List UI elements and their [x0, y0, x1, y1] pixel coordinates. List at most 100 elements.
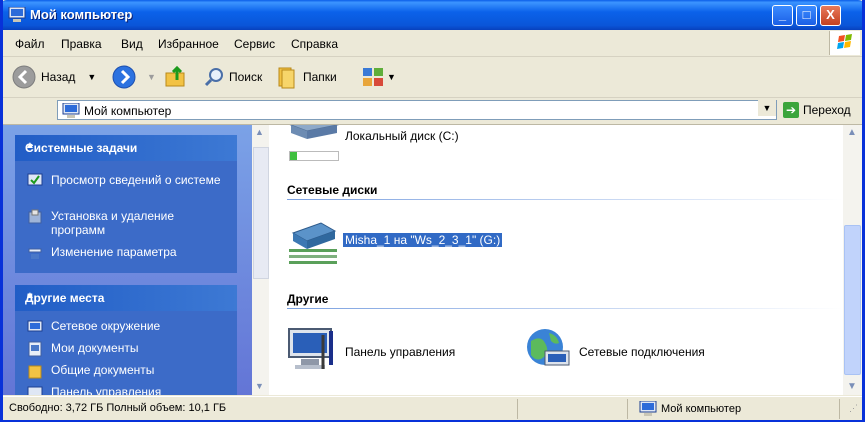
local-disk-label: Локальный диск (C:) — [345, 129, 459, 143]
place-network[interactable]: Сетевое окружение — [27, 319, 160, 335]
toolbar: Назад ▼ ▼ Поиск Папки ▼ — [3, 57, 862, 98]
disk-usage-fill — [290, 152, 298, 160]
menu-tools[interactable]: Сервис — [234, 37, 275, 51]
place-shared-documents[interactable]: Общие документы — [27, 363, 154, 379]
chevron-down-icon: ▼ — [762, 103, 772, 113]
address-bar: Адрес Мой компьютер ▼ ➔ Переход — [3, 98, 862, 125]
system-tasks-body: Просмотр сведений о системе Установка и … — [15, 161, 237, 273]
forward-arrow-icon — [112, 65, 136, 89]
back-arrow-icon — [12, 65, 36, 89]
resize-grip-icon[interactable]: ⋰ — [849, 403, 858, 414]
forward-dropdown-icon[interactable]: ▼ — [147, 72, 156, 82]
scroll-thumb[interactable] — [253, 147, 269, 279]
close-icon: X — [826, 7, 835, 22]
back-button[interactable]: Назад ▼ — [11, 63, 96, 91]
local-disk-item[interactable]: Локальный диск (C:) — [287, 125, 507, 165]
scroll-up-icon[interactable]: ▲ — [847, 127, 857, 138]
network-drive-item[interactable]: Misha_1 на "Ws_2_3_1" (G:) — [287, 219, 587, 267]
my-computer-icon — [639, 401, 657, 416]
window-title: Мой компьютер — [30, 7, 133, 22]
menu-help[interactable]: Справка — [291, 37, 338, 51]
place-control-panel[interactable]: Панель управления — [27, 385, 161, 395]
add-remove-programs-icon — [28, 209, 42, 224]
control-panel-item[interactable]: Панель управления — [287, 325, 507, 373]
other-places-header[interactable]: Другие места ▲ — [15, 285, 237, 311]
disk-usage-bar — [289, 151, 339, 161]
my-computer-icon — [62, 103, 80, 118]
minimize-icon: _ — [778, 7, 787, 22]
address-value: Мой компьютер — [84, 104, 172, 118]
task-add-remove-programs[interactable]: Установка и удаление программ — [27, 209, 227, 237]
task-pane: Системные задачи ▲ Просмотр сведений о с… — [3, 125, 252, 395]
my-documents-icon — [28, 341, 42, 357]
control-panel-label: Панель управления — [345, 345, 456, 359]
other-header: Другие — [287, 292, 329, 306]
maximize-button[interactable]: □ — [796, 5, 817, 26]
folders-icon — [278, 67, 295, 89]
search-button[interactable]: Поиск — [203, 63, 262, 91]
collapse-icon[interactable]: ▲ — [25, 140, 229, 151]
menu-bar: Файл Правка Вид Избранное Сервис Справка — [3, 30, 862, 57]
address-field[interactable]: Мой компьютер — [57, 100, 777, 120]
network-drives-header: Сетевые диски — [287, 183, 378, 197]
network-drive-label: Misha_1 на "Ws_2_3_1" (G:) — [341, 232, 504, 248]
change-setting-icon — [28, 248, 42, 259]
network-connections-label: Сетевые подключения — [579, 345, 705, 359]
maximize-icon: □ — [802, 7, 811, 22]
back-dropdown-icon[interactable]: ▼ — [87, 72, 96, 82]
folders-button[interactable]: Папки — [275, 63, 337, 91]
status-divider — [517, 399, 518, 419]
close-button[interactable]: X — [820, 5, 841, 26]
go-button[interactable]: ➔ Переход — [783, 102, 851, 118]
control-panel-icon — [27, 386, 43, 395]
menu-view[interactable]: Вид — [121, 37, 143, 51]
status-bar: Свободно: 3,72 ГБ Полный объем: 10,1 ГБ … — [3, 396, 862, 420]
my-computer-icon — [8, 7, 26, 22]
views-dropdown-icon[interactable]: ▼ — [387, 72, 396, 82]
address-dropdown[interactable]: ▼ — [758, 100, 776, 116]
up-folder-icon — [165, 65, 185, 87]
content-scrollbar[interactable]: ▲ ▼ — [843, 125, 862, 395]
forward-button[interactable]: ▼ — [111, 63, 156, 91]
scroll-down-icon[interactable]: ▼ — [255, 381, 264, 391]
group-divider — [287, 199, 843, 200]
search-label: Поиск — [229, 70, 263, 84]
task-change-setting[interactable]: Изменение параметра — [27, 245, 227, 261]
other-places-body: Сетевое окружение Мои документы Общие до… — [15, 311, 237, 395]
minimize-button[interactable]: _ — [772, 5, 793, 26]
network-connections-icon — [527, 329, 570, 366]
status-divider — [627, 399, 628, 419]
go-label: Переход — [803, 103, 851, 117]
task-pane-scrollbar[interactable]: ▲ ▼ — [252, 125, 269, 395]
address-label: Адрес — [13, 104, 48, 118]
system-tasks-header[interactable]: Системные задачи ▲ — [15, 135, 237, 161]
menu-favorites[interactable]: Избранное — [158, 37, 219, 51]
back-label: Назад — [41, 70, 76, 84]
search-icon — [204, 68, 223, 87]
task-view-system-info[interactable]: Просмотр сведений о системе — [27, 173, 227, 189]
scroll-up-icon[interactable]: ▲ — [255, 127, 264, 137]
windows-logo-icon — [829, 31, 860, 55]
network-drive-icon — [289, 222, 337, 264]
shared-documents-icon — [28, 365, 42, 379]
status-location: Мой компьютер — [639, 401, 741, 416]
collapse-icon[interactable]: ▲ — [25, 290, 229, 301]
network-connections-item[interactable]: Сетевые подключения — [523, 325, 743, 373]
folders-label: Папки — [303, 70, 337, 84]
scroll-down-icon[interactable]: ▼ — [847, 381, 857, 392]
menu-file[interactable]: Файл — [15, 37, 45, 51]
network-places-icon — [27, 320, 43, 332]
status-disk-info: Свободно: 3,72 ГБ Полный объем: 10,1 ГБ — [9, 402, 227, 414]
scroll-thumb[interactable] — [844, 225, 861, 375]
system-info-icon — [27, 173, 43, 186]
group-divider — [287, 308, 843, 309]
menu-edit[interactable]: Правка — [61, 37, 102, 51]
hard-disk-icon — [289, 125, 339, 139]
title-bar[interactable]: Мой компьютер _ □ X — [3, 0, 862, 30]
explorer-window: Мой компьютер _ □ X Файл Правка Вид Избр… — [0, 0, 865, 422]
up-folder-button[interactable] — [163, 63, 189, 91]
control-panel-icon — [288, 328, 333, 369]
views-button[interactable]: ▼ — [361, 63, 396, 91]
place-my-documents[interactable]: Мои документы — [27, 341, 138, 357]
views-icon — [363, 68, 383, 86]
